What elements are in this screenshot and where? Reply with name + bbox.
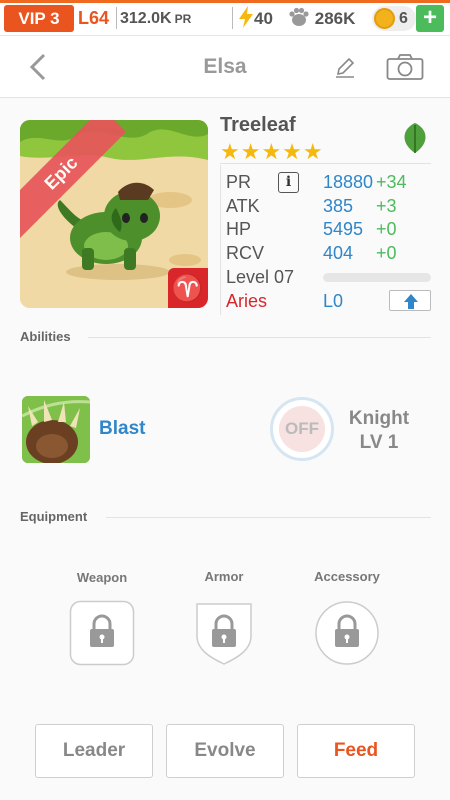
stat-bonus-rcv: +0 (376, 243, 397, 263)
energy-value: 40 (254, 9, 273, 28)
stat-value-hp: 5495 (323, 219, 364, 239)
stat-value-rcv: 404 (323, 243, 354, 263)
pencil-icon[interactable] (334, 56, 356, 78)
xp-progress-bar (323, 273, 431, 282)
class-info: Knight LV 1 (340, 407, 418, 455)
star-rating: ★★★★★ (220, 139, 324, 164)
page-header: Elsa (0, 36, 450, 98)
stat-value-atk: 385 (323, 196, 354, 216)
evolve-button[interactable]: Evolve (166, 724, 284, 778)
abilities-title: Abilities (20, 329, 71, 344)
info-icon[interactable]: i (278, 172, 299, 193)
stat-bonus-pr: +34 (376, 172, 407, 192)
toggle-state: OFF (285, 419, 319, 438)
zodiac-upgrade-button[interactable] (389, 290, 431, 311)
camera-icon[interactable] (386, 53, 424, 81)
accessory-slot[interactable] (314, 600, 380, 666)
stat-label-atk: ATK (226, 196, 260, 216)
weapon-label: Weapon (76, 570, 128, 585)
divider (220, 163, 431, 164)
creature-detail-page: VIP 3 L64 312.0K PR 40 286K 6 + Elsa Epi… (0, 0, 450, 800)
paw-icon (289, 7, 309, 26)
divider (106, 517, 431, 518)
lightning-icon (239, 6, 253, 28)
energy-counter[interactable]: 40 (238, 5, 273, 32)
page-title: Elsa (203, 55, 247, 78)
zodiac-badge: ♈ (168, 268, 208, 308)
auto-skill-toggle[interactable]: OFF (270, 397, 334, 461)
divider (116, 7, 117, 29)
feed-button[interactable]: Feed (297, 724, 415, 778)
up-arrow-icon (404, 294, 418, 309)
paw-currency[interactable]: 286K (288, 5, 355, 32)
divider (232, 7, 233, 29)
power-rating-unit: PR (174, 12, 192, 26)
accessory-label: Accessory (314, 569, 380, 584)
creature-portrait[interactable]: Epic ♈ (20, 120, 208, 308)
add-currency-button[interactable]: + (416, 5, 444, 32)
equipment-title: Equipment (20, 509, 88, 524)
creature-name: Treeleaf (220, 114, 296, 136)
class-name: Knight (348, 408, 410, 429)
leader-button[interactable]: Leader (35, 724, 153, 778)
back-arrow-icon[interactable] (24, 52, 54, 82)
coins-value: 6 (399, 10, 408, 27)
stat-label-hp: HP (226, 219, 252, 239)
stat-value-pr: 18880 (323, 172, 374, 192)
armor-label: Armor (204, 569, 244, 584)
armor-slot[interactable] (191, 600, 257, 666)
zodiac-sign-name: Aries (226, 291, 268, 311)
weapon-slot[interactable] (69, 600, 135, 666)
skill-name[interactable]: Blast (99, 418, 145, 440)
resource-status-bar: VIP 3 L64 312.0K PR 40 286K 6 + (0, 0, 450, 36)
accent-line (0, 0, 450, 3)
stat-label-pr: PR (226, 172, 252, 192)
stat-label-rcv: RCV (226, 243, 265, 263)
zodiac-sign-level: L0 (323, 291, 344, 311)
player-power-rating: 312.0K PR (120, 5, 191, 33)
stat-bonus-hp: +0 (376, 219, 397, 239)
power-rating-value: 312.0K (120, 10, 172, 27)
class-level: LV 1 (359, 432, 399, 453)
leaf-icon (404, 123, 426, 153)
paws-value: 286K (314, 9, 356, 28)
stat-bonus-atk: +3 (376, 196, 397, 216)
skill-icon[interactable] (22, 396, 90, 463)
creature-level: Level 07 (226, 267, 295, 287)
divider (88, 337, 431, 338)
claw-icon (22, 396, 90, 463)
coin-icon (374, 8, 395, 29)
coin-counter[interactable]: 6 (372, 6, 416, 31)
player-level: L64 (78, 8, 110, 28)
vip-badge[interactable]: VIP 3 (4, 5, 74, 32)
